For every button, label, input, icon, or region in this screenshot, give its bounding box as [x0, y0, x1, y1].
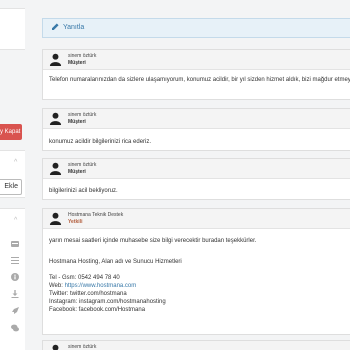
add-button[interactable]: Ekle [0, 179, 22, 195]
message-header: sinem öztürk Müşteri [43, 50, 350, 70]
message-body: yarın mesai saatleri içinde muhasebe siz… [43, 229, 350, 320]
reply-label: Yanıtla [63, 24, 85, 31]
staff-signature: Hostmana Hosting, Alan adı ve Sunucu Hiz… [49, 258, 344, 314]
chevron-up-icon[interactable]: ^ [14, 217, 17, 224]
download-icon[interactable] [11, 290, 19, 298]
message-header: sinem öztürk [43, 341, 350, 350]
rocket-icon[interactable] [11, 307, 19, 315]
user-avatar-icon [52, 344, 59, 350]
message-header: sinem öztürk Müşteri [43, 109, 350, 129]
message-author: sinem öztürk [68, 112, 97, 118]
message-card: sinem öztürk Müşteri konumuz acildir bil… [42, 108, 350, 151]
message-body: bilgilerinizi acil bekliyoruz. [49, 188, 118, 194]
signature-instagram: Instagram: instagram.com/hostmanahosting [49, 299, 166, 305]
message-header: sinem öztürk Müşteri [43, 159, 350, 179]
list-icon[interactable] [11, 240, 19, 248]
user-avatar-icon [49, 53, 62, 66]
signature-web: Web: https://www.hostmana.com [49, 283, 137, 289]
sidebar: y Kapat ^ Ekle ^ [0, 0, 25, 350]
user-avatar-icon [49, 112, 62, 125]
message-card: sinem öztürk Müşteri bilgilerinizi acil … [42, 158, 350, 200]
message-card: sinem öztürk Müşteri Telefon numaraların… [42, 49, 350, 100]
sidebar-panel-top [0, 8, 25, 50]
ticket-thread: Yanıtla sinem öztürk Müşteri Telefon num… [33, 0, 350, 350]
user-avatar-icon [49, 212, 62, 225]
user-avatar-icon [49, 162, 62, 175]
message-role: Müşteri [68, 60, 86, 66]
close-ticket-button[interactable]: y Kapat [0, 124, 22, 140]
message-role: Yetkili [68, 219, 83, 225]
signature-phone: Tel - Gsm: 0542 494 78 40 [49, 275, 120, 281]
message-author: Hostmana Teknik Destek [68, 212, 124, 218]
sidebar-panel-info: ^ [0, 208, 25, 350]
message-author: sinem öztürk [68, 53, 97, 59]
chevron-up-icon[interactable]: ^ [14, 159, 17, 166]
signature-facebook: Facebook: facebook.com/Hostmana [49, 307, 146, 313]
message-card-staff: Hostmana Teknik Destek Yetkili yarın mes… [42, 208, 350, 335]
signature-company: Hostmana Hosting, Alan adı ve Sunucu Hiz… [49, 259, 182, 265]
info-icon[interactable] [11, 273, 19, 281]
pencil-icon [52, 23, 59, 30]
message-text: yarın mesai saatleri içinde muhasebe siz… [49, 238, 257, 244]
list-alt-icon[interactable] [11, 256, 19, 264]
message-body: konumuz acildir bilgilerinizi rica ederi… [49, 139, 152, 145]
signature-twitter: Twitter: twitter.com/hostmana [49, 291, 127, 297]
message-header: Hostmana Teknik Destek Yetkili [43, 209, 350, 229]
message-author: sinem öztürk [68, 344, 97, 350]
signature-web-link[interactable]: https://www.hostmana.com [65, 283, 137, 289]
message-card: sinem öztürk [42, 340, 350, 350]
comments-icon[interactable] [11, 324, 19, 332]
reply-toggle[interactable]: Yanıtla [42, 18, 350, 38]
message-body: Telefon numaralarınızdan da sizlere ulaş… [49, 77, 350, 83]
message-role: Müşteri [68, 169, 86, 175]
ticket-view: y Kapat ^ Ekle ^ Yanıtla sinem öztürk Mü… [0, 0, 350, 350]
message-role: Müşteri [68, 119, 86, 125]
message-author: sinem öztürk [68, 162, 97, 168]
